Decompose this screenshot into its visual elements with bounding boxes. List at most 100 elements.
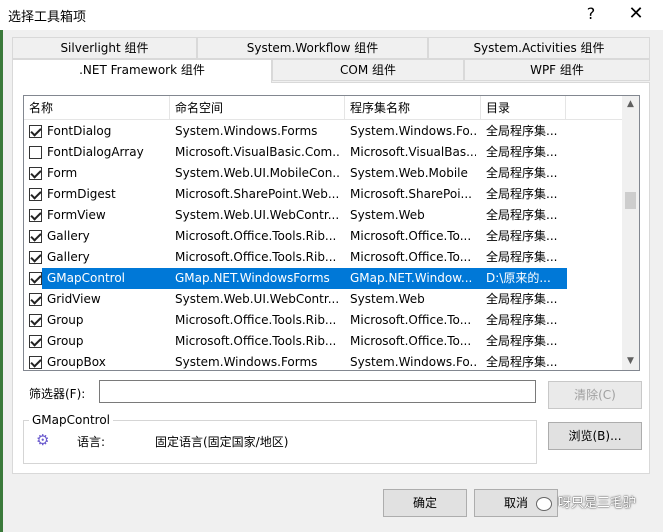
filter-label: 筛选器(F):: [29, 387, 86, 401]
item-assembly: System.Windows.Fo...: [350, 124, 476, 138]
item-checkbox[interactable]: [29, 314, 42, 327]
item-assembly: Microsoft.Office.To...: [350, 229, 472, 243]
column-header-directory[interactable]: 目录: [481, 96, 566, 120]
item-namespace: System.Web.UI.MobileCon...: [175, 166, 341, 180]
list-header: 名称 命名空间 程序集名称 目录: [24, 96, 622, 120]
item-namespace: System.Web.UI.WebContr...: [175, 208, 340, 222]
item-checkbox[interactable]: [29, 146, 42, 159]
item-checkbox[interactable]: [29, 230, 42, 243]
list-item[interactable]: GridView System.Web.UI.WebContr... System.…: [24, 289, 622, 310]
list-item[interactable]: Group Microsoft.Office.Tools.Rib... Micros…: [24, 310, 622, 331]
item-name: Form: [47, 166, 78, 180]
item-assembly: GMap.NET.Window...: [350, 271, 473, 285]
item-directory: 全局程序集...: [486, 313, 558, 327]
item-directory: 全局程序集...: [486, 355, 558, 369]
item-namespace: Microsoft.Office.Tools.Rib...: [175, 334, 337, 348]
language-label: 语言:: [77, 435, 106, 449]
column-header-assembly[interactable]: 程序集名称: [345, 96, 481, 120]
watermark-text: 呀只是三毛驴: [558, 496, 637, 511]
item-assembly: Microsoft.VisualBas...: [350, 145, 476, 159]
list-item[interactable]: FormDigest Microsoft.SharePoint.Web... Mic…: [24, 184, 622, 205]
item-namespace: Microsoft.Office.Tools.Rib...: [175, 229, 337, 243]
item-checkbox[interactable]: [29, 125, 42, 138]
item-name: Group: [47, 334, 84, 348]
details-group-title: GMapControl: [29, 413, 113, 427]
tab-com[interactable]: COM 组件: [272, 59, 464, 81]
item-directory: 全局程序集...: [486, 208, 558, 222]
item-name: Gallery: [47, 250, 90, 264]
browse-button[interactable]: 浏览(B)...: [548, 422, 642, 450]
item-assembly: System.Windows.Fo...: [350, 355, 476, 369]
list-rows: FontDialog System.Windows.Forms System.Win…: [24, 121, 622, 370]
list-item[interactable]: Gallery Microsoft.Office.Tools.Rib... Micr…: [24, 226, 622, 247]
item-name: Gallery: [47, 229, 90, 243]
item-namespace: System.Windows.Forms: [175, 124, 318, 138]
list-item[interactable]: Group Microsoft.Office.Tools.Rib... Micros…: [24, 331, 622, 352]
clear-button[interactable]: 清除(C): [548, 381, 642, 409]
item-checkbox[interactable]: [29, 188, 42, 201]
item-namespace: System.Windows.Forms: [175, 355, 318, 369]
close-button[interactable]: ✕: [616, 0, 656, 30]
vertical-scrollbar[interactable]: ▲ ▼: [622, 96, 639, 370]
item-checkbox[interactable]: [29, 356, 42, 369]
item-directory: 全局程序集...: [486, 187, 558, 201]
item-directory: 全局程序集...: [486, 166, 558, 180]
column-header-namespace[interactable]: 命名空间: [170, 96, 345, 120]
item-assembly: System.Web: [350, 208, 425, 222]
column-header-name[interactable]: 名称: [24, 96, 170, 120]
list-item[interactable]: FontDialog System.Windows.Forms System.Win…: [24, 121, 622, 142]
tab-system-activities[interactable]: System.Activities 组件: [428, 37, 650, 59]
item-namespace: GMap.NET.WindowsForms: [175, 271, 330, 285]
wechat-icon: [536, 496, 552, 511]
item-checkbox[interactable]: [29, 272, 42, 285]
item-assembly: System.Web: [350, 292, 425, 306]
item-checkbox[interactable]: [29, 167, 42, 180]
item-directory: 全局程序集...: [486, 292, 558, 306]
item-name: FontDialogArray: [47, 145, 144, 159]
item-namespace: Microsoft.SharePoint.Web...: [175, 187, 340, 201]
item-directory: 全局程序集...: [486, 334, 558, 348]
list-item[interactable]: GMapControl GMap.NET.WindowsForms GMap.NET…: [24, 268, 622, 289]
item-name: GroupBox: [47, 355, 106, 369]
tab-wpf[interactable]: WPF 组件: [464, 59, 650, 81]
window-edge: [0, 0, 3, 532]
item-namespace: System.Web.UI.WebContr...: [175, 292, 340, 306]
title-bar: 选择工具箱项 ? ✕: [0, 0, 663, 30]
item-checkbox[interactable]: [29, 335, 42, 348]
tab-net-framework[interactable]: .NET Framework 组件: [12, 59, 272, 83]
list-item[interactable]: Gallery Microsoft.Office.Tools.Rib... Micr…: [24, 247, 622, 268]
component-list[interactable]: 名称 命名空间 程序集名称 目录 FontDialog System.Window…: [23, 95, 640, 371]
item-name: FormDigest: [47, 187, 116, 201]
language-value: 固定语言(固定国家/地区): [155, 435, 289, 449]
watermark: 呀只是三毛驴: [536, 492, 656, 516]
ok-button[interactable]: 确定: [383, 489, 467, 517]
item-checkbox[interactable]: [29, 293, 42, 306]
list-item[interactable]: FormView System.Web.UI.WebContr... System.…: [24, 205, 622, 226]
list-item[interactable]: GroupBox System.Windows.Forms System.Windo…: [24, 352, 622, 370]
help-button[interactable]: ?: [571, 0, 611, 30]
item-directory: 全局程序集...: [486, 229, 558, 243]
scroll-down-arrow-icon[interactable]: ▼: [622, 353, 639, 370]
item-name: GridView: [47, 292, 101, 306]
item-name: GMapControl: [47, 271, 125, 285]
item-assembly: Microsoft.Office.To...: [350, 334, 472, 348]
item-checkbox[interactable]: [29, 209, 42, 222]
filter-input[interactable]: [99, 380, 536, 403]
tab-silverlight[interactable]: Silverlight 组件: [12, 37, 197, 59]
item-assembly: Microsoft.Office.To...: [350, 250, 472, 264]
item-assembly: Microsoft.Office.To...: [350, 313, 472, 327]
item-name: FormView: [47, 208, 106, 222]
item-directory: 全局程序集...: [486, 250, 558, 264]
list-item[interactable]: Form System.Web.UI.MobileCon... System.Web…: [24, 163, 622, 184]
scrollbar-thumb[interactable]: [625, 192, 636, 209]
list-item[interactable]: FontDialogArray Microsoft.VisualBasic.Com…: [24, 142, 622, 163]
item-namespace: Microsoft.Office.Tools.Rib...: [175, 313, 337, 327]
item-name: Group: [47, 313, 84, 327]
item-namespace: Microsoft.Office.Tools.Rib...: [175, 250, 337, 264]
item-name: FontDialog: [47, 124, 112, 138]
item-namespace: Microsoft.VisualBasic.Com...: [175, 145, 341, 159]
item-checkbox[interactable]: [29, 251, 42, 264]
item-assembly: Microsoft.SharePoi...: [350, 187, 472, 201]
tab-system-workflow[interactable]: System.Workflow 组件: [197, 37, 428, 59]
scroll-up-arrow-icon[interactable]: ▲: [622, 96, 639, 113]
